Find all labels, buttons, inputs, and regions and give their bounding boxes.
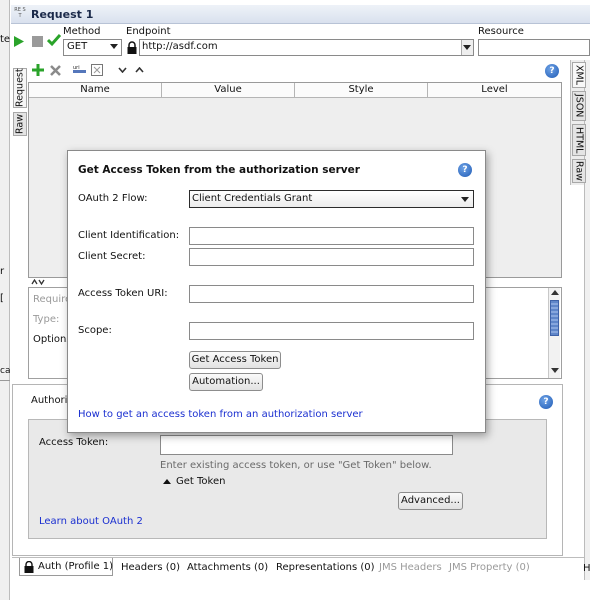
access-token-label: Access Token: (39, 437, 109, 448)
tab-request[interactable]: Request (13, 68, 27, 108)
oauth-flow-select[interactable]: Client Credentials Grant (189, 190, 474, 208)
endpoint-value: http://asdf.com (142, 41, 218, 52)
tab-html[interactable]: HTML (572, 124, 586, 156)
token-uri-label: Access Token URI: (78, 288, 168, 299)
tab-jms-headers: JMS Headers (379, 562, 442, 573)
checkmark-icon[interactable] (46, 32, 62, 48)
dialog-title: Get Access Token from the authorization … (78, 164, 360, 176)
tab-auth-label: Auth (Profile 1) (38, 561, 114, 572)
method-value: GET (67, 41, 88, 52)
tab-raw-response[interactable]: Raw (572, 159, 586, 183)
splitter-arrows-icon[interactable] (30, 278, 46, 286)
left-edge-text: [ (0, 293, 4, 304)
move-up-icon[interactable] (133, 64, 145, 76)
svg-text:uri: uri (73, 65, 80, 71)
access-token-hint: Enter existing access token, or use "Get… (160, 460, 432, 471)
uri-icon[interactable]: uri (72, 63, 86, 77)
title-bar (11, 5, 590, 24)
method-select[interactable]: GET (63, 39, 122, 56)
scroll-up-button[interactable] (551, 290, 559, 295)
oauth-flow-value: Client Credentials Grant (192, 193, 313, 204)
column-header-level[interactable]: Level (428, 83, 561, 98)
method-label: Method (63, 26, 101, 37)
right-edge-letter: H (583, 563, 590, 574)
tab-representations[interactable]: Representations (0) (276, 562, 375, 573)
add-icon[interactable] (31, 63, 45, 77)
rest-badge: RE ST (14, 7, 26, 19)
chevron-down-icon (110, 44, 118, 49)
automation-button[interactable]: Automation... (189, 373, 263, 391)
params-table-header: Name Value Style Level (29, 83, 561, 98)
column-header-name[interactable]: Name (29, 83, 162, 98)
details-required-label: Require (33, 294, 72, 305)
column-header-style[interactable]: Style (295, 83, 428, 98)
chevron-down-icon (463, 45, 471, 50)
left-edge-text: ca (0, 366, 11, 376)
advanced-button[interactable]: Advanced... (398, 492, 463, 510)
oauth-help-link[interactable]: How to get an access token from an autho… (78, 409, 363, 420)
lock-icon (24, 561, 34, 573)
help-icon[interactable]: ? (545, 64, 559, 78)
details-options-label: Options (33, 334, 72, 345)
client-secret-input[interactable] (189, 248, 474, 266)
tab-headers[interactable]: Headers (0) (121, 562, 180, 573)
get-token-label: Get Token (176, 476, 226, 487)
move-down-icon[interactable] (116, 64, 128, 76)
oauth-flow-label: OAuth 2 Flow: (78, 193, 148, 204)
tab-attachments[interactable]: Attachments (0) (187, 562, 268, 573)
chevron-down-icon (461, 197, 469, 202)
resource-label: Resource (478, 26, 524, 37)
scroll-down-button[interactable] (551, 368, 559, 373)
details-type-label: Type: (33, 314, 60, 325)
auth-help-icon[interactable]: ? (539, 395, 553, 409)
window-title: Request 1 (31, 8, 94, 21)
access-token-input[interactable] (160, 435, 453, 455)
resource-input[interactable] (478, 39, 590, 56)
auth-panel-title: Authori (31, 395, 68, 406)
get-access-token-dialog: Get Access Token from the authorization … (67, 150, 486, 433)
left-edge-text: te (0, 34, 11, 45)
triangle-up-icon (163, 479, 171, 484)
scope-label: Scope: (78, 325, 112, 336)
column-header-value[interactable]: Value (162, 83, 295, 98)
run-icon[interactable] (12, 34, 26, 48)
get-access-token-button[interactable]: Get Access Token (189, 351, 281, 369)
left-edge-divider (0, 380, 10, 381)
lock-icon (126, 40, 137, 54)
scroll-thumb[interactable] (550, 300, 559, 336)
client-id-label: Client Identification: (78, 230, 180, 241)
table-icon[interactable] (90, 63, 104, 77)
tab-raw[interactable]: Raw (13, 112, 27, 136)
client-secret-label: Client Secret: (78, 251, 146, 262)
left-edge-text: r (0, 266, 5, 277)
get-token-toggle[interactable]: Get Token (163, 476, 233, 490)
details-scrollbar[interactable] (548, 288, 560, 378)
client-id-input[interactable] (189, 227, 474, 245)
tab-auth[interactable]: Auth (Profile 1) (19, 558, 113, 576)
delete-icon[interactable] (48, 63, 62, 77)
learn-oauth-link[interactable]: Learn about OAuth 2 (39, 516, 143, 527)
endpoint-combobox[interactable]: http://asdf.com (139, 39, 474, 56)
tab-json[interactable]: JSON (572, 91, 586, 121)
dialog-help-icon[interactable]: ? (458, 163, 472, 177)
tab-xml[interactable]: XML (572, 62, 586, 88)
token-uri-input[interactable] (189, 285, 474, 303)
stop-icon[interactable] (30, 34, 44, 48)
tab-jms-property: JMS Property (0) (449, 562, 530, 573)
scope-input[interactable] (189, 322, 474, 340)
endpoint-label: Endpoint (126, 26, 171, 37)
